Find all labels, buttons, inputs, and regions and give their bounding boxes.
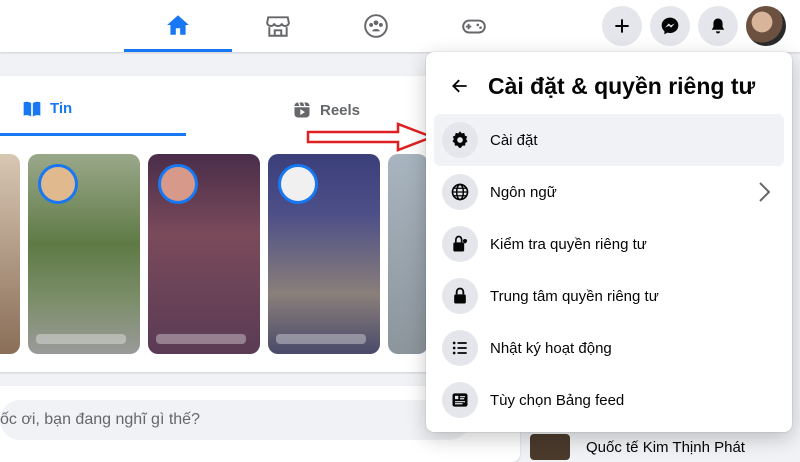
notifications-icon — [711, 18, 725, 34]
story-card[interactable] — [148, 154, 260, 354]
top-navigation-bar — [0, 0, 800, 52]
home-icon — [167, 14, 189, 35]
menu-item-privacy-center[interactable]: Trung tâm quyền riêng tư — [434, 270, 784, 322]
privacy-checkup-icon — [442, 226, 478, 262]
menu-item-settings[interactable]: Cài đặt — [434, 114, 784, 166]
reels-icon — [294, 102, 310, 118]
story-avatar — [38, 164, 78, 204]
story-card[interactable] — [28, 154, 140, 354]
lock-icon — [442, 278, 478, 314]
notifications-button[interactable] — [698, 6, 738, 46]
globe-icon — [442, 174, 478, 210]
menu-item-language[interactable]: Ngôn ngữ — [434, 166, 784, 218]
composer-input[interactable]: ốc ơi, bạn đang nghĩ gì thế? — [0, 400, 470, 440]
tab-stories[interactable]: Tin — [0, 84, 186, 136]
book-icon — [23, 101, 41, 116]
settings-privacy-menu: Cài đặt & quyền riêng tư Cài đặt Ngôn ng… — [426, 52, 792, 432]
menu-item-activity-log[interactable]: Nhật ký hoạt động — [434, 322, 784, 374]
menu-item-label: Trung tâm quyền riêng tư — [490, 287, 659, 305]
menu-title: Cài đặt & quyền riêng tư — [488, 72, 756, 99]
back-button[interactable] — [442, 68, 478, 104]
sidebar-contact[interactable]: Quốc tế Kim Thịnh Phát — [530, 432, 800, 462]
profile-avatar[interactable] — [746, 6, 786, 46]
story-author-placeholder — [156, 334, 246, 344]
contact-name: Quốc tế Kim Thịnh Phát — [586, 438, 745, 456]
chevron-right-icon — [759, 182, 771, 202]
marketplace-icon — [266, 16, 290, 37]
story-author-placeholder — [276, 334, 366, 344]
menu-item-feed-preferences[interactable]: Tùy chọn Bảng feed — [434, 374, 784, 426]
create-icon — [615, 19, 629, 33]
activity-log-icon — [442, 330, 478, 366]
gaming-icon — [462, 19, 486, 34]
menu-item-label: Nhật ký hoạt động — [490, 339, 612, 357]
messenger-button[interactable] — [650, 6, 690, 46]
gear-icon — [442, 122, 478, 158]
story-card[interactable] — [388, 154, 428, 354]
contact-logo — [530, 434, 570, 460]
menu-item-label: Kiểm tra quyền riêng tư — [490, 235, 647, 253]
story-card[interactable] — [268, 154, 380, 354]
nav-tab-groups[interactable] — [322, 0, 430, 52]
groups-icon — [364, 14, 388, 38]
menu-item-label: Tùy chọn Bảng feed — [490, 391, 625, 409]
back-arrow-icon — [452, 79, 467, 93]
tab-stories-label: Tin — [50, 100, 73, 117]
story-card[interactable] — [0, 154, 20, 354]
menu-item-label: Cài đặt — [490, 131, 538, 149]
annotation-arrow — [306, 122, 434, 152]
nav-tab-gaming[interactable] — [420, 0, 528, 52]
create-button[interactable] — [602, 6, 642, 46]
messenger-icon — [661, 17, 679, 35]
feed-preferences-icon — [442, 382, 478, 418]
story-author-placeholder — [36, 334, 126, 344]
tab-reels-label: Reels — [320, 101, 361, 119]
story-avatar — [278, 164, 318, 204]
menu-header: Cài đặt & quyền riêng tư — [426, 64, 792, 108]
menu-item-privacy-checkup[interactable]: Kiểm tra quyền riêng tư — [434, 218, 784, 270]
menu-item-label: Ngôn ngữ — [490, 183, 557, 201]
nav-tab-home[interactable] — [124, 0, 232, 52]
nav-tab-marketplace[interactable] — [224, 0, 332, 52]
story-avatar — [158, 164, 198, 204]
